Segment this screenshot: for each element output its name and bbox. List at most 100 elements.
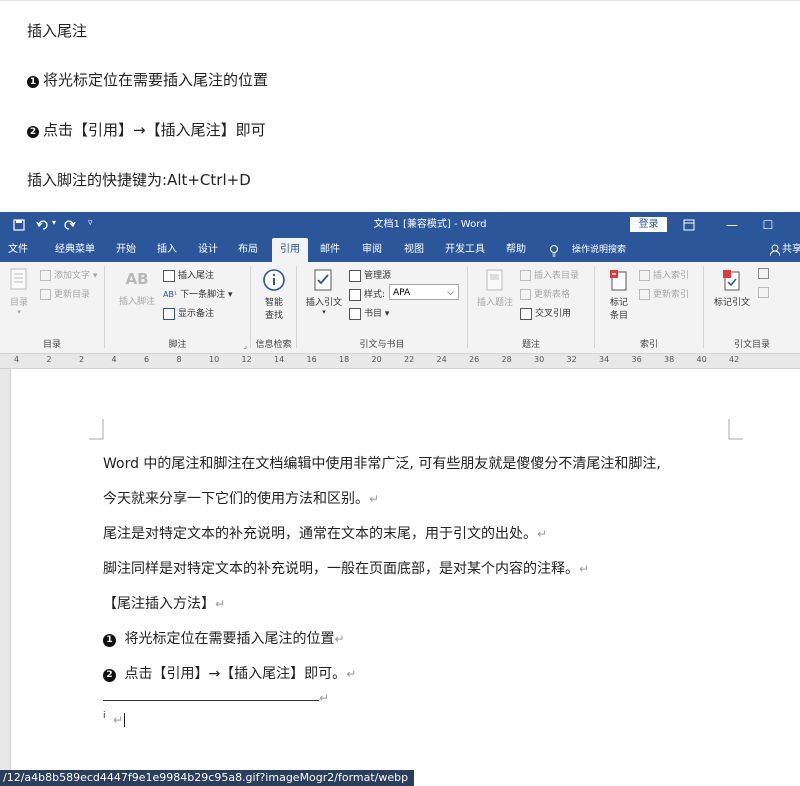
horizontal-ruler[interactable]: 4 2 2 4 6 8 10 12 14 16 18 20 22 24 26 28 30 32 34 36 38 40 42 (0, 354, 800, 369)
redo-icon[interactable] (64, 219, 76, 231)
doc-paragraph-5: 【尾注插入方法】↵ (103, 593, 225, 613)
bibliography-button[interactable]: 书目 ▾ (349, 306, 389, 320)
toc-button[interactable]: 目录 ▾ (6, 268, 32, 316)
manage-sources-button[interactable]: 管理源 (349, 268, 391, 282)
tab-file[interactable]: 文件 (2, 238, 34, 262)
manage-sources-label: 管理源 (364, 271, 392, 281)
article-step-2-text: 点击【引用】→【插入尾注】即可 (43, 121, 266, 139)
group-citations: 插入引文 ▾ 管理源 样式: APA ⌵ 书目 ▾ 引文与书目 (297, 262, 467, 353)
insert-endnote-button[interactable]: 插入尾注 (163, 268, 214, 282)
update-toa-icon[interactable] (758, 287, 769, 298)
group-captions: 插入题注 插入表目录 更新表格 交叉引用 题注 (468, 262, 594, 353)
document-page[interactable]: Word 中的尾注和脚注在文档编辑中使用非常广泛, 可有些朋友就是傻傻分不清尾注… (11, 369, 800, 786)
insert-tof-button[interactable]: 插入表目录 (520, 268, 579, 281)
tell-me-search[interactable]: 操作说明搜索 (566, 238, 632, 262)
ruler-tick-label: 26 (469, 355, 480, 364)
tab-classic-menu[interactable]: 经典菜单 (48, 238, 102, 262)
ruler-tick-label: 42 (729, 355, 740, 364)
smart-lookup-button[interactable]: 智能 查找 (259, 268, 289, 321)
tab-review[interactable]: 审阅 (356, 238, 388, 262)
footnote-dialog-launcher-icon[interactable]: ⌟ (243, 341, 247, 350)
footnote-ab-icon: AB (125, 270, 149, 288)
ruler-tick-label: 40 (696, 355, 707, 364)
ruler-tick-label: 18 (339, 355, 350, 364)
ruler-tick-label: 34 (599, 355, 610, 364)
update-table-button[interactable]: 更新表格 (520, 287, 570, 300)
mark-citation-label: 标记引文 (713, 298, 750, 308)
group-index-label: 索引 (639, 340, 658, 350)
style-label: 样式: (364, 290, 386, 300)
tab-layout[interactable]: 布局 (232, 238, 264, 262)
manage-sources-icon (349, 269, 361, 282)
tab-references[interactable]: 引用 (272, 238, 308, 262)
tab-mailings[interactable]: 邮件 (314, 238, 346, 262)
vertical-ruler[interactable] (0, 369, 11, 786)
update-index-button[interactable]: 更新索引 (639, 287, 689, 300)
insert-index-label: 插入索引 (653, 271, 690, 281)
share-button[interactable]: 共享 (782, 238, 800, 262)
margin-corner-top-right (728, 419, 743, 440)
doc-paragraph-3-text: 尾注是对特定文本的补充说明，通常在文本的末尾，用于引文的出处。 (103, 526, 537, 542)
show-notes-icon (163, 307, 175, 320)
login-button[interactable]: 登录 (630, 217, 667, 232)
url-status-bar: /12/a4b8b589ecd4447f9e1e9984b29c95a8.gif… (0, 770, 415, 786)
mark-citation-button[interactable]: 标记引文 (710, 268, 754, 308)
undo-dropdown-icon[interactable]: ▾ (52, 218, 56, 227)
customize-toolbar-icon[interactable]: ▿ (88, 218, 93, 228)
toc-dropdown-icon: ▾ (17, 308, 21, 316)
ruler-tick-label: 32 (566, 355, 577, 364)
lightbulb-icon (549, 244, 559, 257)
undo-icon[interactable] (36, 219, 50, 231)
update-toc-button[interactable]: 更新目录 (40, 287, 90, 300)
tab-view[interactable]: 视图 (398, 238, 430, 262)
tab-insert[interactable]: 插入 (151, 238, 183, 262)
group-toa-label: 引文目录 (733, 340, 770, 350)
ruler-tick-label: 36 (631, 355, 642, 364)
paragraph-mark: ↵ (319, 691, 330, 705)
style-dropdown[interactable]: APA ⌵ (389, 284, 459, 300)
mark-entry-button[interactable]: 标记 条目 (603, 268, 635, 321)
paragraph-mark: ↵ (215, 597, 226, 611)
ruler-tick-label: 6 (144, 355, 150, 364)
margin-corner-top-left (89, 419, 104, 440)
doc-paragraph-2: 今天就来分享一下它们的使用方法和区别。↵ (103, 488, 379, 508)
show-notes-button[interactable]: 显示备注 (163, 306, 214, 320)
mark-entry-label-1: 标记 (609, 298, 628, 308)
cross-reference-button[interactable]: 交叉引用 (520, 306, 571, 320)
group-toc: 目录 ▾ 添加文字 ▾ 更新目录 目录 (0, 262, 104, 353)
ruler-tick-label: 16 (306, 355, 317, 364)
insert-citation-label: 插入引文 (305, 298, 342, 308)
add-text-button[interactable]: 添加文字 ▾ (40, 268, 97, 281)
doc-paragraph-4: 脚注同样是对特定文本的补充说明，一般在页面底部，是对某个内容的注释。↵ (103, 558, 589, 578)
group-citations-label: 引文与书目 (359, 340, 405, 350)
group-footnotes-label: 脚注 (168, 340, 187, 350)
paragraph-mark: ↵ (579, 562, 590, 576)
tab-help[interactable]: 帮助 (500, 238, 532, 262)
update-toc-icon (40, 289, 51, 300)
tab-design[interactable]: 设计 (192, 238, 224, 262)
insert-citation-button[interactable]: 插入引文 ▾ (303, 268, 345, 316)
smart-lookup-label-1: 智能 (264, 298, 283, 308)
insert-footnote-button[interactable]: AB 插入脚注 (115, 270, 159, 307)
endnote-reference: i (103, 711, 106, 721)
doc-paragraph-4-text: 脚注同样是对特定文本的补充说明，一般在页面底部，是对某个内容的注释。 (103, 561, 579, 577)
insert-caption-button[interactable]: 插入题注 (474, 268, 516, 308)
ribbon-display-options-icon[interactable] (683, 219, 695, 231)
doc-paragraph-1: Word 中的尾注和脚注在文档编辑中使用非常广泛, 可有些朋友就是傻傻分不清尾注… (103, 456, 661, 472)
next-footnote-button[interactable]: AB¹ 下一条脚注 ▾ (163, 287, 233, 300)
save-icon[interactable] (13, 219, 25, 231)
cross-reference-icon (520, 307, 532, 320)
maximize-icon[interactable]: ☐ (750, 212, 786, 238)
number-1-icon: 1 (103, 634, 116, 647)
article-step-2: 2 点击【引用】→【插入尾注】即可 (27, 119, 266, 140)
tab-home[interactable]: 开始 (110, 238, 142, 262)
smart-lookup-label-2: 查找 (264, 311, 283, 321)
bibliography-icon (349, 307, 361, 320)
minimize-icon[interactable]: — (714, 212, 750, 238)
tab-developer[interactable]: 开发工具 (440, 238, 490, 262)
doc-paragraph-3: 尾注是对特定文本的补充说明，通常在文本的末尾，用于引文的出处。↵ (103, 523, 547, 543)
insert-toa-icon[interactable] (758, 268, 769, 279)
add-text-label: 添加文字 (54, 271, 91, 281)
insert-index-button[interactable]: 插入索引 (639, 268, 689, 281)
document-title: 文档1 [兼容模式] - Word (373, 219, 487, 230)
